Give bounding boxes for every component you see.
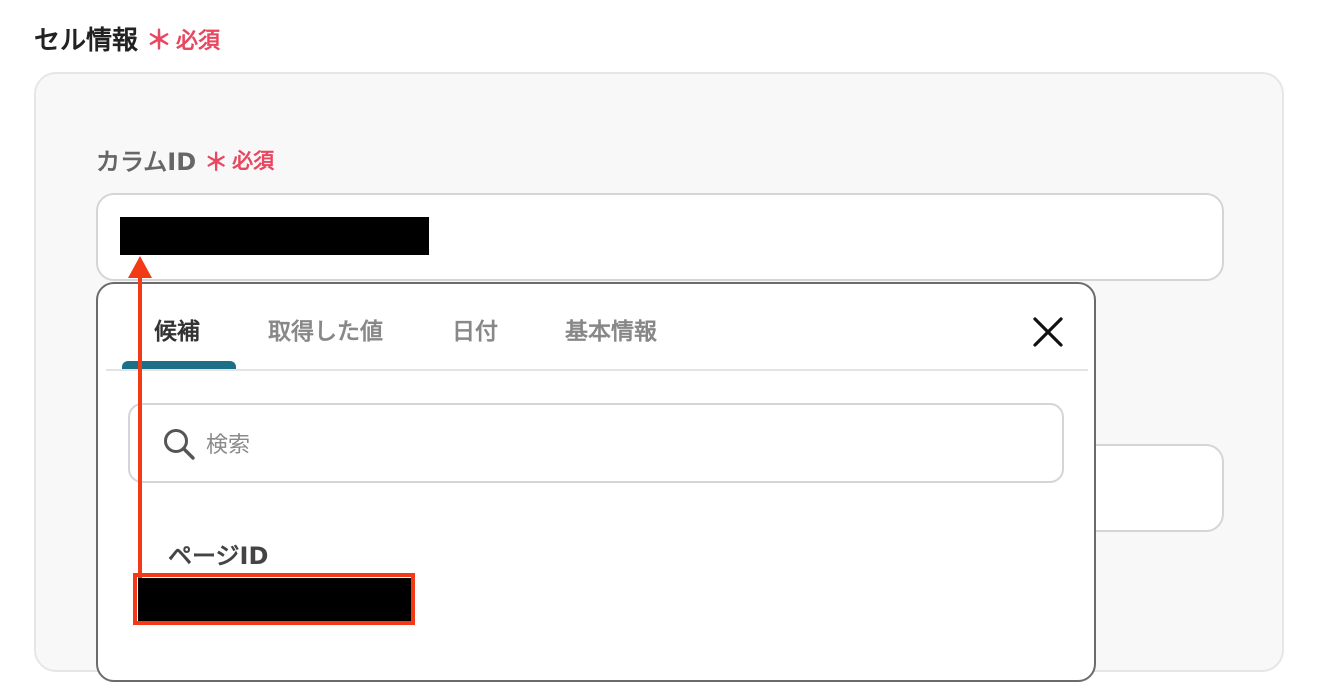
- section-title: セル情報 ＊ 必須: [34, 20, 220, 57]
- search-input[interactable]: [204, 424, 1028, 466]
- highlight-box: [133, 573, 415, 625]
- close-button[interactable]: [1030, 314, 1066, 350]
- required-mark: ＊: [146, 26, 173, 56]
- tab-candidates[interactable]: 候補: [154, 312, 200, 346]
- column-id-label: カラムID ＊ 必須: [96, 142, 274, 177]
- required-text: 必須: [232, 148, 275, 173]
- candidate-item-label: ページID: [168, 542, 269, 570]
- tab-basic-info[interactable]: 基本情報: [565, 312, 657, 346]
- tab-retrieved-values[interactable]: 取得した値: [268, 312, 383, 346]
- required-text: 必須: [176, 28, 221, 54]
- annotation-arrow: [128, 256, 152, 578]
- required-mark: ＊: [204, 148, 229, 176]
- close-icon: [1033, 317, 1063, 347]
- tab-date[interactable]: 日付: [452, 312, 498, 346]
- section-title-text: セル情報: [34, 26, 139, 56]
- column-id-label-text: カラムID: [96, 148, 197, 176]
- tab-divider: [106, 369, 1088, 371]
- redacted-value: [120, 217, 429, 255]
- search-icon: [164, 429, 195, 460]
